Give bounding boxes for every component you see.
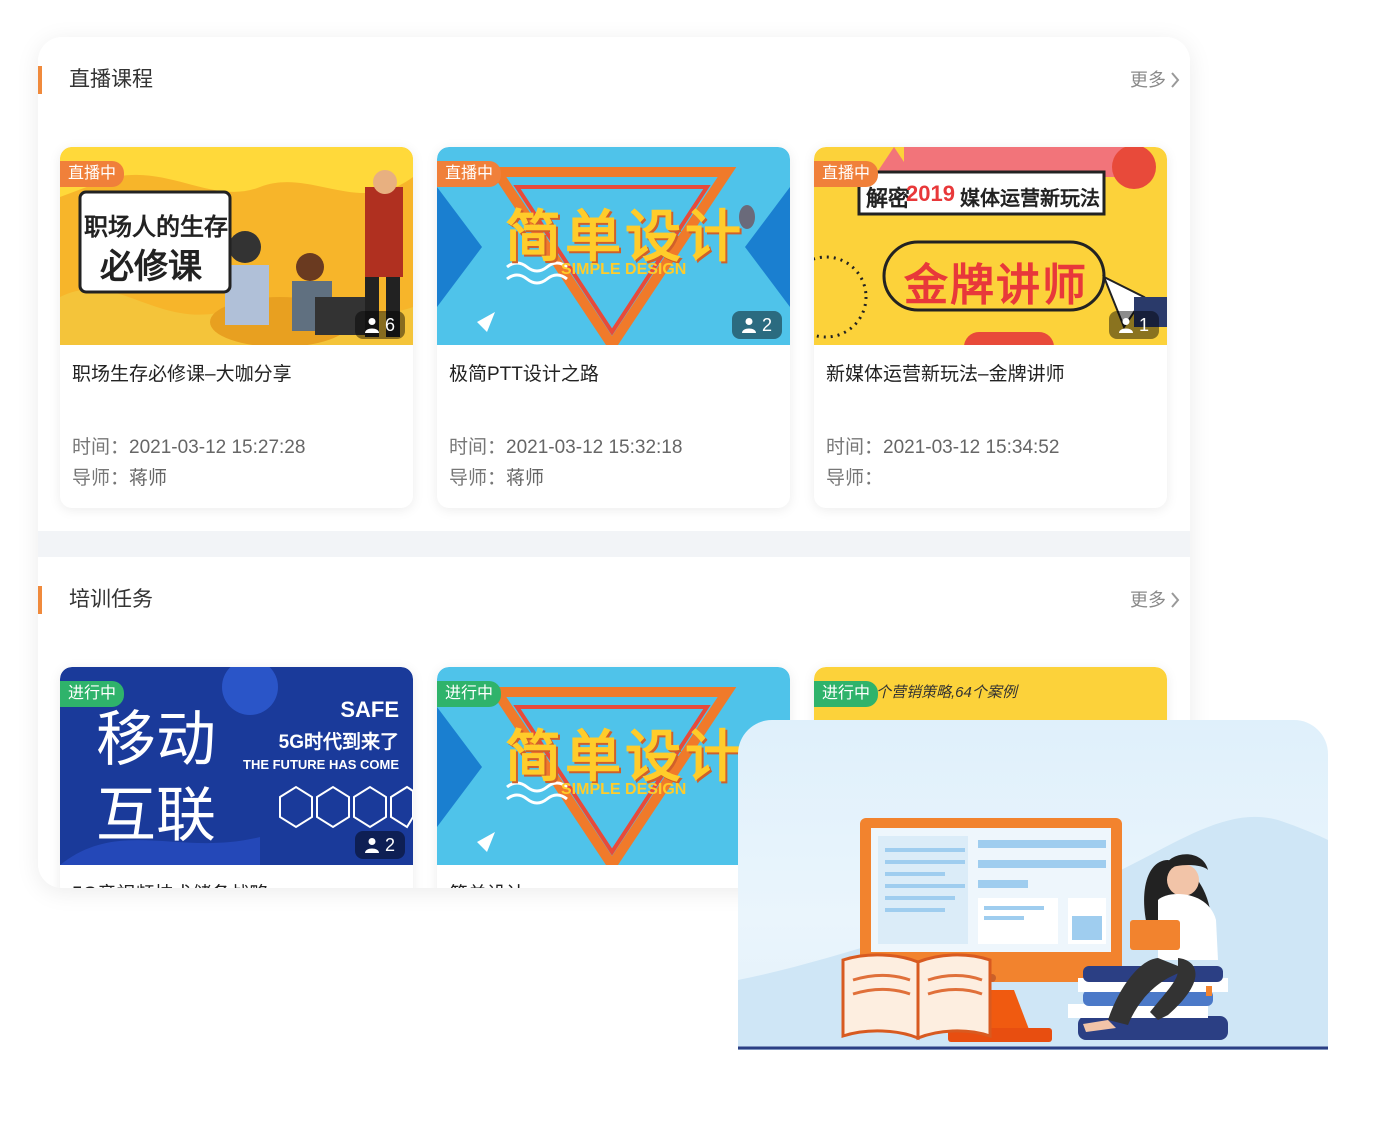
live-course-card[interactable]: 简单设计 SIMPLE DESIGN 直播中 2 极简PTT设计之路 时间：20… — [437, 147, 790, 508]
course-time: 时间：2021-03-12 15:32:18 — [449, 432, 682, 459]
in-progress-badge: 进行中 — [814, 681, 879, 707]
in-progress-badge: 进行中 — [60, 681, 125, 707]
section-header: 培训任务 更多 — [38, 585, 1190, 615]
thumbnail-text: SIMPLE DESIGN — [561, 781, 687, 798]
viewer-count: 6 — [354, 311, 405, 339]
thumbnail-text: 解密 — [866, 186, 911, 211]
task-title: 简单设计 — [449, 879, 525, 888]
time-label: 时间： — [72, 437, 130, 458]
teacher-value: 蒋师 — [129, 468, 168, 489]
live-courses-section: 直播课程 更多 职场人的生存 必修课 直播中 6 职场生存必修课–大咖分享 时间… — [38, 37, 1190, 531]
time-label: 时间： — [826, 437, 884, 458]
chevron-right-icon — [1171, 592, 1180, 608]
live-badge: 直播中 — [814, 161, 879, 187]
teacher-label: 导师： — [826, 468, 884, 489]
more-link[interactable]: 更多 — [1130, 585, 1180, 615]
section-divider — [38, 531, 1190, 557]
course-teacher: 导师：蒋师 — [72, 463, 167, 490]
time-value: 2021-03-12 15:34:52 — [883, 437, 1060, 458]
thumbnail-text: 互联 — [96, 782, 216, 849]
user-icon — [741, 318, 756, 333]
more-link[interactable]: 更多 — [1130, 65, 1180, 95]
section-accent-bar — [38, 66, 42, 94]
course-thumbnail: 解密 2019 媒体运营新玩法 金牌讲师 直播中 1 — [814, 147, 1167, 345]
teacher-value: 蒋师 — [506, 468, 545, 489]
live-badge: 直播中 — [60, 161, 125, 187]
more-label: 更多 — [1130, 70, 1166, 90]
user-icon — [364, 838, 379, 853]
course-title: 极简PTT设计之路 — [449, 364, 599, 385]
live-badge: 直播中 — [437, 161, 502, 187]
viewer-count: 2 — [354, 831, 405, 859]
thumbnail-text: 职场人的生存 — [84, 214, 228, 241]
thumbnail-text: SIMPLE DESIGN — [561, 261, 687, 278]
user-icon — [364, 318, 379, 333]
teacher-label: 导师： — [449, 468, 507, 489]
training-task-card[interactable]: 移动 互联 SAFE 5G时代到来了 THE FUTURE HAS COME 进… — [60, 667, 413, 888]
time-value: 2021-03-12 15:32:18 — [506, 437, 683, 458]
course-time: 时间：2021-03-12 15:34:52 — [826, 432, 1059, 459]
time-value: 2021-03-12 15:27:28 — [129, 437, 306, 458]
course-time: 时间：2021-03-12 15:27:28 — [72, 432, 305, 459]
thumbnail-text: 个营销策略,64个案例 — [876, 684, 1017, 701]
in-progress-badge: 进行中 — [437, 681, 502, 707]
thumbnail-text: SAFE — [340, 697, 399, 722]
more-label: 更多 — [1130, 590, 1166, 610]
thumbnail-text: 必修课 — [100, 248, 202, 286]
section-title: 培训任务 — [69, 588, 153, 611]
course-teacher: 导师：蒋师 — [449, 463, 544, 490]
teacher-label: 导师： — [72, 468, 130, 489]
section-title: 直播课程 — [69, 68, 153, 91]
course-thumbnail: 简单设计 SIMPLE DESIGN 直播中 2 — [437, 147, 790, 345]
viewer-count: 1 — [1108, 311, 1159, 339]
live-course-card[interactable]: 解密 2019 媒体运营新玩法 金牌讲师 直播中 1 新媒体运营新玩法–金牌讲师… — [814, 147, 1167, 508]
section-header: 直播课程 更多 — [38, 65, 1190, 95]
course-thumbnail: 职场人的生存 必修课 直播中 6 — [60, 147, 413, 345]
thumbnail-text: 5G时代到来了 — [278, 732, 399, 753]
viewer-count-value: 6 — [384, 315, 395, 335]
viewer-count-value: 2 — [384, 835, 395, 855]
chevron-right-icon — [1171, 72, 1180, 88]
online-learning-illustration — [738, 720, 1328, 1050]
section-accent-bar — [38, 586, 42, 614]
viewer-count: 2 — [731, 311, 782, 339]
course-teacher: 导师： — [826, 463, 883, 490]
thumbnail-text: 媒体运营新玩法 — [960, 188, 1100, 210]
viewer-count-value: 2 — [761, 315, 772, 335]
live-course-card[interactable]: 职场人的生存 必修课 直播中 6 职场生存必修课–大咖分享 时间：2021-03… — [60, 147, 413, 508]
thumbnail-text: THE FUTURE HAS COME — [243, 757, 399, 772]
thumbnail-text: 2019 — [906, 181, 955, 206]
woman-laptop-illustration — [738, 816, 1328, 1050]
course-title: 新媒体运营新玩法–金牌讲师 — [826, 364, 1065, 385]
time-label: 时间： — [449, 437, 507, 458]
user-icon — [1118, 318, 1133, 333]
thumbnail-text: 金牌讲师 — [904, 261, 1088, 310]
viewer-count-value: 1 — [1138, 315, 1149, 335]
course-title: 职场生存必修课–大咖分享 — [72, 364, 292, 385]
task-thumbnail: 移动 互联 SAFE 5G时代到来了 THE FUTURE HAS COME 进… — [60, 667, 413, 865]
task-title: 5G音视频技术储备战略 — [72, 879, 268, 888]
